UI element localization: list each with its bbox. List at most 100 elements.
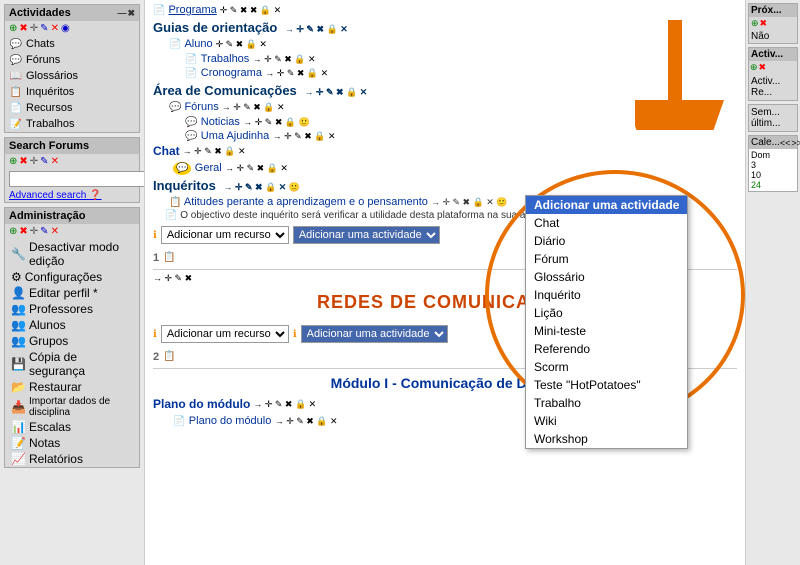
day-24: 24 [751,180,795,190]
admin-item-escalas[interactable]: 📊 Escalas [5,419,139,435]
sidebar-item-chats[interactable]: 💬 Chats [5,36,139,52]
relatorios-label: Relatórios [29,452,83,466]
prox-section: Próx... ⊕ ✖ Não [748,3,798,44]
dropdown-glossario[interactable]: Glossário [526,268,687,286]
admin-item-relatorios[interactable]: 📈 Relatórios [5,451,139,467]
activity-dropdown[interactable]: Adicionar uma actividade Chat Diário Fór… [525,195,688,449]
dropdown-chat[interactable]: Chat [526,214,687,232]
admin-item-professores[interactable]: 👥 Professores [5,301,139,317]
plano-sub-icon: 📄 [173,416,185,427]
programa-icon: 📄 [153,5,165,16]
add-activity-select2[interactable]: Adicionar uma actividade [301,325,448,343]
alunos-icon: 👥 [11,318,26,332]
resource-info-icon: ℹ [153,230,157,241]
add-resource-select1[interactable]: Adicionar um recurso [161,226,289,244]
aluno-link[interactable]: Aluno [184,38,212,50]
plano-sub-link[interactable]: Plano do módulo [189,415,272,427]
editar-icon: 👤 [11,286,26,300]
ajudinha-link[interactable]: Uma Ajudinha [201,130,270,142]
activ-section: Activ... ⊕ ✖ Activ... Re... [748,47,798,101]
dropdown-header[interactable]: Adicionar uma actividade [526,196,687,214]
geral-link[interactable]: Geral [195,162,222,174]
sidebar-item-foruns[interactable]: 💬 Fóruns [5,52,139,68]
cronograma-link[interactable]: Cronograma [201,67,262,79]
admin-item-configuracoes[interactable]: ⚙ Configurações [5,269,139,285]
admin-icons: ⊕ ✖ ✛ ✎ ✕ [5,224,139,239]
sem-section: Sem... últim... [748,104,798,132]
day-10: 10 [751,170,795,180]
sidebar-item-inqueritos[interactable]: 📋 Inquéritos [5,84,139,100]
dropdown-trabalho[interactable]: Trabalho [526,394,687,412]
dropdown-hotpotatoes[interactable]: Teste "HotPotatoes" [526,376,687,394]
sidebar-item-glossarios[interactable]: 📖 Glossários [5,68,139,84]
dropdown-wiki[interactable]: Wiki [526,412,687,430]
cal-prev-btn[interactable]: << [780,138,791,148]
search-icons: ⊕ ✖ ✛ ✎ ✕ [5,154,139,169]
chat-actions: → ✛ ✎ ✖ 🔒 ✕ [183,146,246,157]
collapse-btn[interactable]: — [117,8,126,19]
sidebar-item-trabalhos[interactable]: 📝 Trabalhos [5,116,139,132]
chats-icon: 💬 [9,37,23,51]
cal-next-btn[interactable]: >> [791,138,800,148]
activity-info-icon: ℹ [293,329,297,340]
section-controls: — ✖ [117,8,135,19]
calendar-section: Cale... << >> Dom 3 10 24 [748,135,798,192]
guias-icons: → ✛ ✎ ✖ 🔒 ✕ [285,24,348,34]
dropdown-licao[interactable]: Lição [526,304,687,322]
noticias-link[interactable]: Noticias [201,116,240,128]
chats-label: Chats [26,38,55,50]
actividades-icons: ⊕ ✖ ✛ ✎ ✕ ◉ [5,21,139,36]
glossarios-icon: 📖 [9,69,23,83]
admin-item-restaurar[interactable]: 📂 Restaurar [5,379,139,395]
move-icon: ✛ [30,23,38,34]
advanced-search-link[interactable]: Advanced search ❓ [5,189,139,202]
noticias-icon: 💬 [185,117,197,128]
desactivar-label: Desactivar modo edição [29,240,133,268]
right-sidebar: Próx... ⊕ ✖ Não Activ... ⊕ ✖ Activ... Re… [745,0,800,565]
prox-content: Não [749,30,797,43]
dropdown-forum[interactable]: Fórum [526,250,687,268]
dropdown-workshop[interactable]: Workshop [526,430,687,448]
trabalhos-icon: 📝 [9,117,23,131]
inqueritos-icons: → ✛ ✎ ✖ 🔒 ✕ 🙂 [223,182,300,192]
calendar-nav: << >> [780,138,800,148]
dropdown-diario[interactable]: Diário [526,232,687,250]
admin-x-icon: ✖ [19,226,27,237]
close-btn[interactable]: ✖ [127,8,135,19]
add-activity-select1[interactable]: Adicionar uma actividade [293,226,440,244]
search-move-icon: ✛ [30,156,38,167]
dropdown-scorm[interactable]: Scorm [526,358,687,376]
programa-link[interactable]: Programa [168,4,216,16]
admin-item-copia[interactable]: 💾 Cópia de segurança [5,349,139,379]
professores-label: Professores [29,302,93,316]
sem-content: Sem... últim... [749,105,797,131]
section1-number: 1 [153,252,159,264]
orange-arrow [635,10,745,133]
admin-item-editar[interactable]: 👤 Editar perfil * [5,285,139,301]
admin-move-icon: ✛ [30,226,38,237]
admin-header: Administração [5,208,139,224]
foruns-link[interactable]: Fóruns [184,101,218,113]
admin-item-importar[interactable]: 📥 Importar dados de disciplina [5,395,139,419]
dropdown-inquerito[interactable]: Inquérito [526,286,687,304]
dropdown-miniteste[interactable]: Mini-teste [526,322,687,340]
restaurar-icon: 📂 [11,380,26,394]
admin-item-alunos[interactable]: 👥 Alunos [5,317,139,333]
admin-item-notas[interactable]: 📝 Notas [5,435,139,451]
sidebar-item-recursos[interactable]: 📄 Recursos [5,100,139,116]
foruns-actions: → ✛ ✎ ✖ 🔒 ✕ [222,102,285,113]
add-resource-select2[interactable]: Adicionar um recurso [161,325,289,343]
admin-edit-icon: ✎ [40,226,48,237]
chat-row: Chat → ✛ ✎ ✖ 🔒 ✕ [153,144,737,158]
admin-item-desactivar[interactable]: 🔧 Desactivar modo edição [5,239,139,269]
search-section: Search Forums ⊕ ✖ ✛ ✎ ✕ > Advanced searc… [4,137,140,203]
calendar-header: Cale... << >> [749,136,797,149]
activ-plus-icon: ⊕ [750,62,758,73]
dropdown-referendo[interactable]: Referendo [526,340,687,358]
search-input[interactable] [9,171,145,187]
admin-item-grupos[interactable]: 👥 Grupos [5,333,139,349]
configuracoes-label: Configurações [25,270,102,284]
ajudinha-icon: 💬 [185,131,197,142]
trabalhos-link[interactable]: Trabalhos [201,53,250,65]
inquerito1-link[interactable]: Atitudes perante a aprendizagem e o pens… [184,196,428,208]
